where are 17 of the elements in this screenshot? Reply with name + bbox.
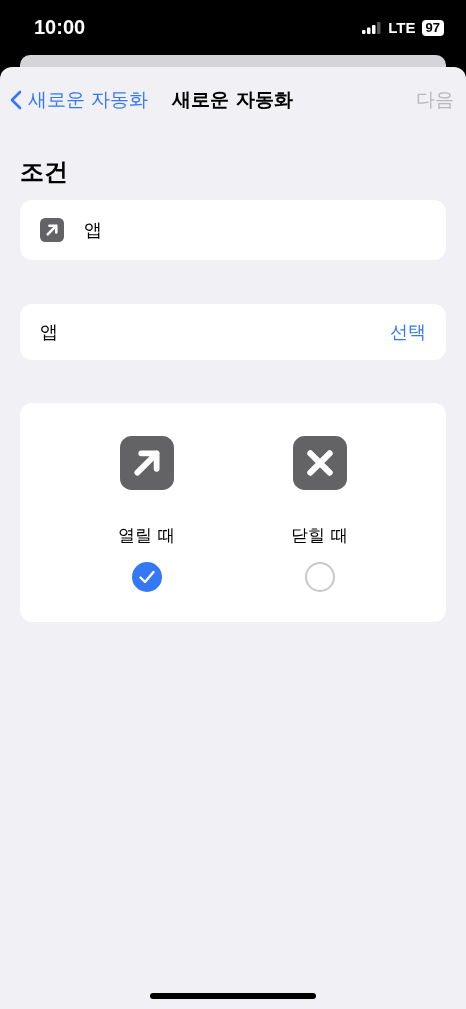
radio-button[interactable] — [130, 561, 163, 593]
back-button[interactable]: 새로운 자동화 — [10, 87, 149, 113]
choose-button[interactable]: 선택 — [390, 320, 426, 344]
back-chevron-icon — [10, 90, 22, 110]
signal-icon — [362, 21, 383, 34]
trigger-label: 앱 — [84, 218, 102, 242]
nav-title: 새로운 자동화 — [172, 87, 293, 112]
network-label: LTE — [388, 19, 416, 36]
section-title: 조건 — [20, 157, 69, 188]
option-label: 닫힐 때 — [291, 524, 348, 547]
option-label: 열릴 때 — [118, 524, 175, 547]
battery-level: 97 — [421, 19, 444, 36]
app-label: 앱 — [40, 320, 58, 344]
close-icon — [292, 436, 347, 490]
trigger-row[interactable]: 앱 — [20, 200, 446, 260]
status-time: 10:00 — [34, 16, 86, 39]
radio-button[interactable] — [303, 561, 336, 593]
